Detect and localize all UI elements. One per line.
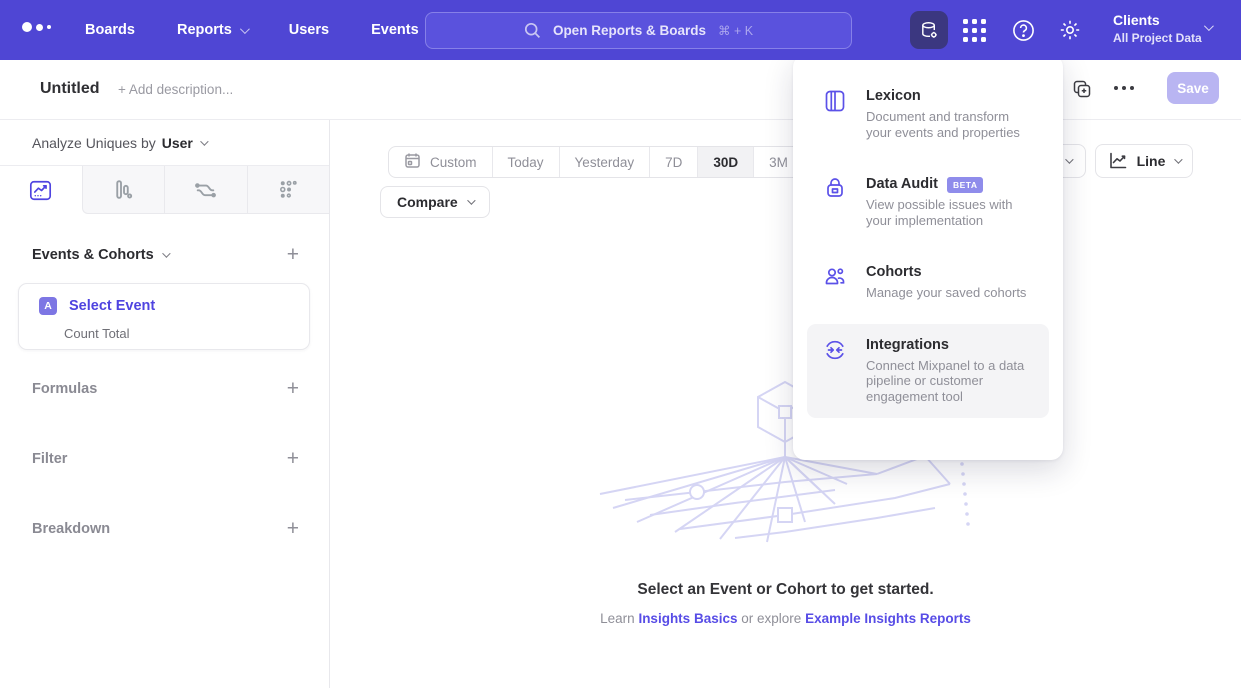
question-circle-icon [1012,19,1035,42]
menu-item-integrations[interactable]: Integrations Connect Mixpanel to a data … [807,324,1049,419]
chevron-down-icon [240,24,250,34]
integrations-sync-icon [823,336,847,405]
menu-item-title: Integrations [866,336,949,355]
example-insights-reports-link[interactable]: Example Insights Reports [805,611,971,626]
menu-item-description: Connect Mixpanel to a data pipeline or c… [866,358,1037,405]
range-yesterday[interactable]: Yesterday [559,147,650,177]
global-search-input[interactable]: Open Reports & Boards ⌘ + K [425,12,852,49]
empty-state-subtext: Learn Insights Basics or explore Example… [330,611,1241,626]
add-description-field[interactable]: + Add description... [118,82,233,97]
help-button[interactable] [1012,19,1035,42]
menu-item-cohorts[interactable]: Cohorts Manage your saved cohorts [807,251,1049,315]
event-letter-badge: A [39,297,57,315]
date-range-segmented-control: Custom Today Yesterday 7D 30D 3M 6M [388,146,854,178]
more-options-button[interactable] [1114,86,1134,90]
search-placeholder: Open Reports & Boards [553,23,706,38]
chart-style-dropdown[interactable]: Line [1095,144,1193,178]
range-30d[interactable]: 30D [697,147,753,177]
menu-item-lexicon[interactable]: Lexicon Document and transform your even… [807,75,1049,154]
breakdown-label: Breakdown [32,521,110,537]
tab-insights[interactable] [0,166,82,214]
add-formula-button[interactable]: + [287,378,299,399]
apps-grid-button[interactable] [963,19,987,42]
lexicon-book-icon [823,87,847,140]
menu-item-title: Data Audit [866,175,938,194]
tab-funnels[interactable] [82,166,165,214]
search-shortcut: ⌘ + K [718,23,753,38]
formulas-section: Formulas + [32,378,299,399]
data-audit-icon [823,175,847,228]
formulas-label: Formulas [32,381,97,397]
event-card[interactable]: A Select Event Count Total [18,283,310,350]
analyze-row: Analyze Uniques by User [0,120,329,166]
tab-retention[interactable] [247,166,330,214]
empty-state-heading: Select an Event or Cohort to get started… [330,581,1241,599]
add-breakdown-button[interactable]: + [287,518,299,539]
menu-item-data-audit[interactable]: Data Audit BETA View possible issues wit… [807,163,1049,242]
select-event-link[interactable]: Select Event [69,298,155,314]
report-title[interactable]: Untitled [40,80,100,98]
nav-item-boards[interactable]: Boards [85,22,135,38]
data-management-button[interactable] [910,11,948,49]
menu-item-title: Cohorts [866,263,922,282]
nav-item-reports[interactable]: Reports [177,22,247,38]
breakdown-section: Breakdown + [32,518,299,539]
nav-item-users[interactable]: Users [289,22,329,38]
grid-icon [963,19,987,42]
duplicate-icon [1072,79,1092,99]
analyze-label: Analyze Uniques by [32,135,156,151]
beta-badge: BETA [947,177,984,193]
chevron-down-icon [1065,155,1073,163]
filter-label: Filter [32,451,67,467]
add-filter-button[interactable]: + [287,448,299,469]
duplicate-button[interactable] [1072,79,1092,104]
project-scope: All Project Data [1113,30,1202,46]
line-chart-icon [1108,152,1128,170]
range-7d[interactable]: 7D [649,147,697,177]
chevron-down-icon [467,196,475,204]
menu-item-description: View possible issues with your implement… [866,197,1037,228]
cohorts-people-icon [823,263,847,301]
flows-icon [193,177,218,202]
project-chevron-icon [1204,21,1214,31]
chart-type-tabbar [0,166,329,214]
insights-line-chart-icon [28,178,53,203]
filter-section: Filter + [32,448,299,469]
database-gear-icon [919,20,940,41]
search-icon [524,22,541,39]
events-cohorts-row: Events & Cohorts + [32,244,299,265]
insights-basics-link[interactable]: Insights Basics [638,611,737,626]
primary-nav: Boards Reports Users Events [85,0,419,60]
project-selector[interactable]: Clients All Project Data [1113,11,1202,46]
nav-item-events[interactable]: Events [371,22,419,38]
add-event-button[interactable]: + [287,244,299,265]
project-name: Clients [1113,11,1202,30]
range-custom[interactable]: Custom [389,147,492,177]
chart-area: Custom Today Yesterday 7D 30D 3M 6M Comp… [330,120,1241,688]
tab-flows[interactable] [164,166,247,214]
menu-item-description: Document and transform your events and p… [866,109,1037,140]
chevron-down-icon [1175,155,1183,163]
chevron-down-icon [162,249,170,257]
events-cohorts-dropdown[interactable]: Events & Cohorts [32,247,168,263]
chevron-down-icon [200,137,208,145]
data-management-menu: Lexicon Document and transform your even… [793,55,1063,460]
mixpanel-logo[interactable] [22,22,51,32]
calendar-icon [404,152,421,172]
funnels-bars-icon [111,177,136,202]
save-button[interactable]: Save [1167,72,1219,104]
count-total-dropdown[interactable]: Count Total [64,326,130,341]
analyze-value-dropdown[interactable]: User [162,135,206,151]
query-builder-sidebar: Analyze Uniques by User [0,120,330,688]
menu-item-title: Lexicon [866,87,921,106]
gear-icon [1058,18,1082,42]
compare-dropdown[interactable]: Compare [380,186,490,218]
settings-button[interactable] [1058,18,1082,42]
menu-item-description: Manage your saved cohorts [866,285,1026,301]
top-nav: Boards Reports Users Events Open Reports… [0,0,1241,60]
retention-dots-icon [276,177,301,202]
range-today[interactable]: Today [492,147,559,177]
